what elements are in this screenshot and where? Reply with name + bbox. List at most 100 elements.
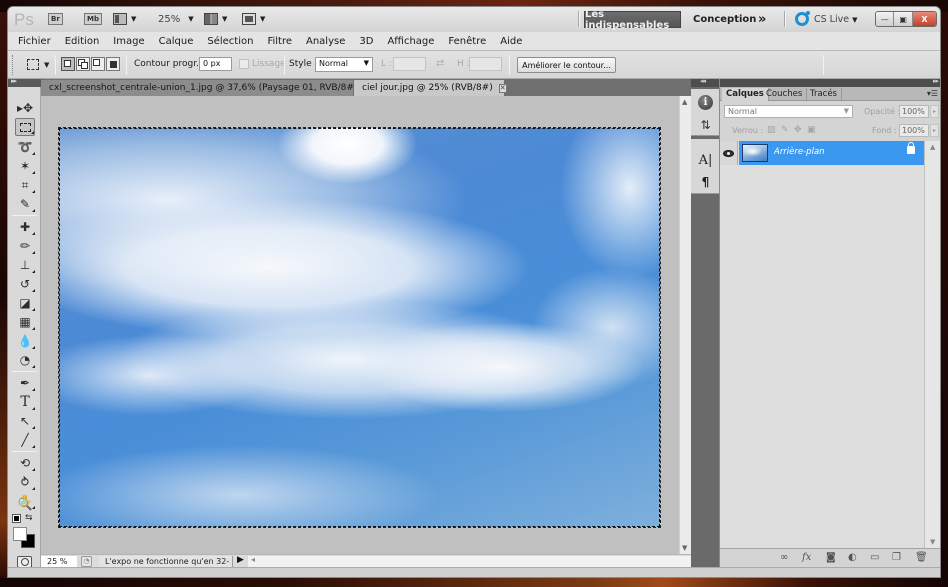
tool-preset-marquee-icon[interactable] [27,59,39,70]
menu-fenetre[interactable]: Fenêtre [441,36,493,47]
3d-rotate-tool-icon[interactable]: ⟲ [15,454,35,472]
document-tab-screenshot[interactable]: cxl_screenshot_centrale-union_1.jpg @ 37… [41,80,379,96]
paragraph-panel-button[interactable]: ¶ [697,173,714,190]
width-input[interactable] [393,57,426,71]
workspace-essentials-button[interactable]: Les indispensables [584,9,681,31]
tools-panel-header[interactable]: ▸▸ [8,77,41,87]
spot-healing-brush-tool-icon[interactable]: ✚ [15,218,35,236]
link-layers-icon[interactable]: ∞ [780,552,788,563]
path-selection-tool-icon[interactable]: ↖ [15,412,35,430]
status-menu-arrow-icon[interactable]: ▶ [237,555,244,565]
pen-tool-icon[interactable]: ✒ [15,374,35,392]
zoom-level-dropdown[interactable]: 25% ▼ [158,12,194,26]
add-layer-style-icon[interactable]: fx [802,552,811,563]
blend-mode-select[interactable]: Normal ▼ [724,105,853,118]
canvas-horizontal-scrollbar[interactable]: ◂ ▸ [248,555,703,567]
lock-all-icon[interactable]: ▣ [807,125,816,135]
info-panel-button[interactable]: i [697,94,714,111]
scroll-up-icon[interactable]: ▲ [682,98,687,106]
minimize-button[interactable]: — [876,12,895,26]
line-tool-icon[interactable]: ╱ [15,431,35,449]
lock-transparency-icon[interactable]: ▨ [767,125,776,135]
character-panel-button[interactable]: A| [697,152,714,169]
menu-fichier[interactable]: Fichier [11,36,58,47]
add-to-selection-button[interactable] [76,57,90,71]
chevron-down-icon[interactable]: ▼ [44,61,49,69]
default-colors-icon[interactable] [12,514,21,523]
foreground-color-swatch[interactable] [13,527,27,541]
zoom-tool-icon[interactable]: 🔍 [15,495,35,513]
new-adjustment-layer-icon[interactable]: ◐ [848,552,857,563]
layer-row[interactable]: Arrière-plan [720,141,924,165]
feather-input[interactable]: 0 px [199,57,232,71]
new-group-icon[interactable]: ▭ [870,552,879,563]
history-brush-tool-icon[interactable]: ↺ [15,275,35,293]
menu-filtre[interactable]: Filtre [260,36,299,47]
height-input[interactable] [469,57,502,71]
layer-visibility-toggle[interactable] [720,141,738,165]
blur-tool-icon[interactable]: 💧 [15,332,35,350]
rectangular-marquee-tool-icon[interactable] [15,118,35,136]
status-info-icon[interactable]: ◔ [81,556,92,567]
eraser-tool-icon[interactable]: ◪ [15,294,35,312]
launch-minibridge-button[interactable]: Mb [84,12,102,26]
antialias-checkbox[interactable] [239,59,249,69]
more-workspaces-button[interactable]: » [758,11,766,28]
clone-stamp-tool-icon[interactable]: ⊥ [15,256,35,274]
scroll-left-icon[interactable]: ◂ [251,555,255,564]
3d-orbit-tool-icon[interactable]: ⥁ [15,473,35,491]
opacity-field[interactable]: 100% [899,105,929,118]
menu-image[interactable]: Image [106,36,151,47]
menu-edition[interactable]: Edition [58,36,107,47]
opacity-slider-button[interactable]: ▸ [930,105,939,118]
menu-selection[interactable]: Sélection [200,36,260,47]
document-tab-ciel-jour[interactable]: ciel jour.jpg @ 25% (RVB/8#) ✕ [354,80,507,96]
new-layer-icon[interactable]: ❐ [892,552,901,563]
new-selection-button[interactable] [61,57,75,71]
refine-edge-button[interactable]: Améliorer le contour... [517,57,616,73]
delete-layer-icon[interactable]: 🗑 [915,552,928,563]
tab-traces[interactable]: Tracés [806,88,842,101]
layers-scrollbar[interactable]: ▲ ▼ [924,141,940,548]
cs-live-button[interactable]: CS Live ▼ [814,11,857,28]
view-extras-button[interactable]: ▼ [113,12,136,26]
intersect-selection-button[interactable] [106,57,120,71]
dock-collapse-handle[interactable]: ◂◂ [691,77,719,87]
close-tab-icon[interactable]: ✕ [498,83,507,93]
menu-affichage[interactable]: Affichage [380,36,441,47]
crop-tool-icon[interactable]: ⌗ [15,176,35,194]
menu-3d[interactable]: 3D [352,36,380,47]
scroll-down-icon[interactable]: ▼ [930,538,935,546]
type-tool-icon[interactable]: T [15,393,35,411]
arrange-documents-button[interactable]: ▼ [204,12,227,26]
sky-image[interactable] [58,127,661,528]
brush-tool-icon[interactable]: ✏ [15,237,35,255]
move-tool-icon[interactable]: ▸✥ [15,99,35,117]
options-bar-grip[interactable] [12,55,14,75]
menu-aide[interactable]: Aide [493,36,529,47]
restore-button[interactable]: ▣ [894,12,913,26]
tab-couches[interactable]: Couches [762,88,808,101]
history-panel-button[interactable]: ⇅ [697,116,714,133]
launch-bridge-button[interactable]: Br [48,12,63,26]
style-select[interactable]: Normal ▼ [315,57,373,72]
menu-calque[interactable]: Calque [152,36,201,47]
eyedropper-tool-icon[interactable]: ✎ [15,195,35,213]
fill-field[interactable]: 100% [899,124,929,137]
zoom-percentage-field[interactable]: 25 % [41,556,77,567]
scroll-up-icon[interactable]: ▲ [930,143,935,151]
canvas-vertical-scrollbar[interactable]: ▲ ▼ [679,96,691,554]
panel-header[interactable]: ▸▸ [720,77,940,87]
panel-menu-icon[interactable]: ▾☰ [927,89,938,98]
gradient-tool-icon[interactable]: ▦ [15,313,35,331]
menu-analyse[interactable]: Analyse [299,36,352,47]
close-window-button[interactable]: X [912,12,936,26]
quick-selection-tool-icon[interactable]: ✶ [15,157,35,175]
dodge-tool-icon[interactable]: ◔ [15,351,35,369]
swap-colors-icon[interactable]: ⇆ [25,513,33,523]
lock-position-icon[interactable]: ✥ [794,125,802,135]
screen-mode-button[interactable]: ▼ [242,12,265,26]
subtract-from-selection-button[interactable] [91,57,105,71]
scroll-down-icon[interactable]: ▼ [682,544,687,552]
fill-slider-button[interactable]: ▸ [930,124,939,137]
